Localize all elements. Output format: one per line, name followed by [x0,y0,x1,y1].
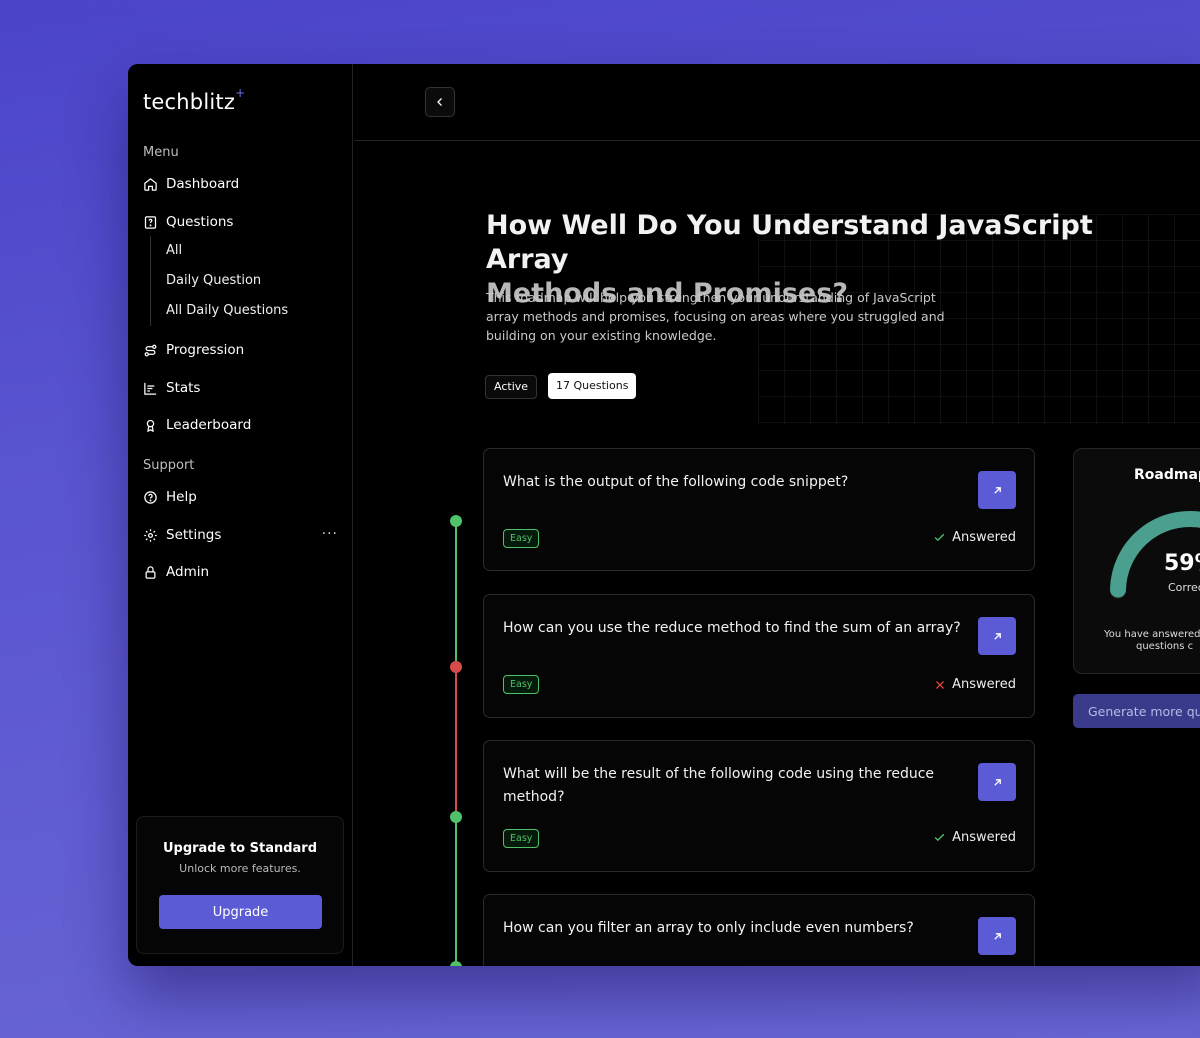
arrow-up-right-icon [993,932,1001,940]
menu-label: Menu [143,145,179,160]
award-icon [146,419,155,432]
help-circle-icon [144,490,157,504]
check-icon [934,533,945,542]
question-text: How can you filter an array to only incl… [503,920,914,936]
home-icon [144,177,157,191]
timeline-segment [455,817,457,966]
route-icon [144,344,157,356]
sidebar-item-admin[interactable]: Admin [143,564,209,580]
question-text: What will be the result of the following… [503,766,935,805]
status-badge: Active [485,375,538,399]
gear-icon [144,528,157,542]
question-card[interactable]: What is the output of the following code… [483,448,1035,571]
difficulty-badge: Easy [503,829,540,848]
roadmap-card-title: Roadmap [1134,467,1200,483]
collapse-sidebar-button[interactable] [425,87,455,117]
upgrade-title: Upgrade to Standard [162,841,318,856]
open-question-button[interactable] [978,763,1016,801]
timeline-dot [450,811,462,823]
open-question-button[interactable] [978,917,1016,955]
timeline-segment [455,667,457,817]
open-question-button[interactable] [978,617,1016,655]
app-window: techblitz+ Menu Dashboard Questions All … [128,64,1200,966]
sidebar-subitem-all[interactable]: All [166,236,288,266]
arrow-up-right-icon [993,632,1001,640]
answer-status: Answered [933,830,1016,845]
correct-percentage: 59% [1164,551,1200,576]
top-bar [354,64,1200,141]
chevron-left-icon [437,98,442,106]
sidebar-item-leaderboard[interactable]: Leaderboard [143,417,251,433]
question-count-badge: 17 Questions [548,373,637,399]
check-icon [934,833,945,842]
roadmap-description: This roadmap will help you strengthen yo… [486,290,945,343]
question-text: What is the output of the following code… [503,474,849,490]
correct-label: Correct [1168,581,1200,594]
questions-submenu: All Daily Question All Daily Questions [150,236,288,326]
settings-more-icon[interactable]: ··· [322,526,338,542]
logo[interactable]: techblitz+ [143,86,245,114]
sidebar-item-dashboard[interactable]: Dashboard [143,176,239,192]
logo-mark-icon: + [235,86,246,100]
question-card[interactable]: How can you use the reduce method to fin… [483,594,1035,718]
answer-status: Answered [933,530,1016,545]
open-question-button[interactable] [978,471,1016,509]
answer-status: Answered [934,677,1016,692]
sidebar-item-help[interactable]: Help [143,489,197,505]
question-file-icon [144,215,157,229]
arrow-up-right-icon [993,778,1001,786]
sidebar-subitem-daily-question[interactable]: Daily Question [166,266,288,296]
sidebar-subitem-all-daily-questions[interactable]: All Daily Questions [166,296,288,326]
upgrade-button[interactable]: Upgrade [159,895,322,929]
question-card[interactable]: What will be the result of the following… [483,740,1035,872]
sidebar: techblitz+ Menu Dashboard Questions All … [128,64,353,966]
sidebar-item-questions[interactable]: Questions [143,214,233,230]
question-card[interactable]: How can you filter an array to only incl… [483,894,1035,966]
lock-icon [145,565,156,579]
timeline-dot [450,515,462,527]
roadmap-stats-card: Roadmap 59% Correct You have answered qu… [1073,448,1200,674]
timeline-dot [450,961,462,966]
sidebar-item-progression[interactable]: Progression [143,342,244,358]
roadmap-card-description: You have answered questions c [1104,629,1200,652]
upgrade-card: Upgrade to Standard Unlock more features… [136,816,344,954]
timeline-dot [450,661,462,673]
upgrade-subtitle: Unlock more features. [179,862,301,875]
support-label: Support [143,458,195,473]
bar-chart-icon [144,382,157,395]
sidebar-item-settings[interactable]: Settings [143,527,221,543]
x-icon [936,680,945,689]
question-text: How can you use the reduce method to fin… [503,620,961,636]
difficulty-badge: Easy [503,675,540,694]
timeline-segment [455,520,457,667]
arrow-up-right-icon [993,486,1001,494]
generate-more-questions-button[interactable]: Generate more qu [1073,694,1200,728]
difficulty-badge: Easy [503,529,540,548]
sidebar-item-stats[interactable]: Stats [143,380,200,396]
